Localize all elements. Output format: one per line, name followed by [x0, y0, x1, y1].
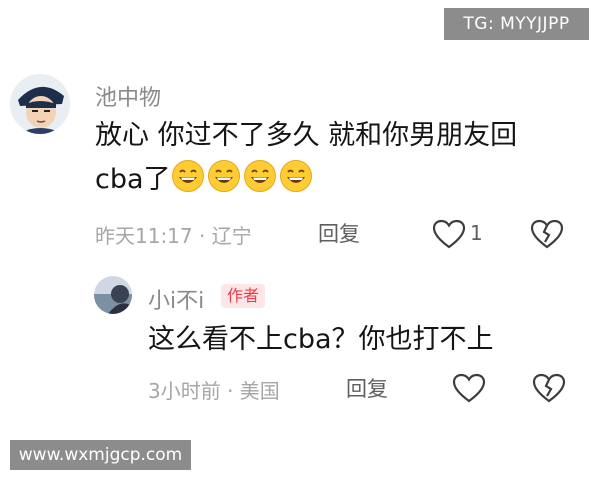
- comment-text-line2-text: cba了: [95, 164, 171, 195]
- reply-avatar[interactable]: [94, 276, 132, 314]
- heart-icon[interactable]: [432, 219, 466, 249]
- grinning-face-icon: [279, 160, 312, 192]
- watermark-bottom: www.wxmjgcp.com: [10, 440, 191, 470]
- comment-text-line1: 放心 你过不了多久 就和你男朋友回: [95, 120, 518, 151]
- grinning-face-icon: [243, 160, 276, 192]
- comment-text-line2: cba了: [95, 158, 517, 202]
- reply-heart-icon[interactable]: [452, 373, 486, 403]
- author-badge: 作者: [221, 284, 266, 308]
- comment-username[interactable]: 池中物: [95, 80, 161, 112]
- grinning-face-icon: [207, 160, 240, 192]
- comment-text: 放心 你过不了多久 就和你男朋友回 cba了: [95, 114, 517, 202]
- emoji-row: [171, 160, 315, 195]
- grinning-face-icon: [171, 160, 204, 192]
- reply-meta: 3小时前 · 美国: [148, 379, 280, 403]
- comment-meta: 昨天11:17 · 辽宁: [95, 224, 252, 248]
- reply-broken-heart-icon[interactable]: [532, 373, 566, 403]
- like-count: 1: [470, 221, 483, 245]
- reply-button[interactable]: 回复: [318, 218, 360, 248]
- watermark-top: TG: MYYJJPP: [444, 8, 589, 40]
- avatar[interactable]: [10, 74, 70, 134]
- broken-heart-icon[interactable]: [530, 219, 564, 249]
- reply-reply-button[interactable]: 回复: [346, 373, 388, 403]
- reply-text: 这么看不上cba？你也打不上: [148, 324, 494, 355]
- reply-username[interactable]: 小i不i: [148, 283, 204, 315]
